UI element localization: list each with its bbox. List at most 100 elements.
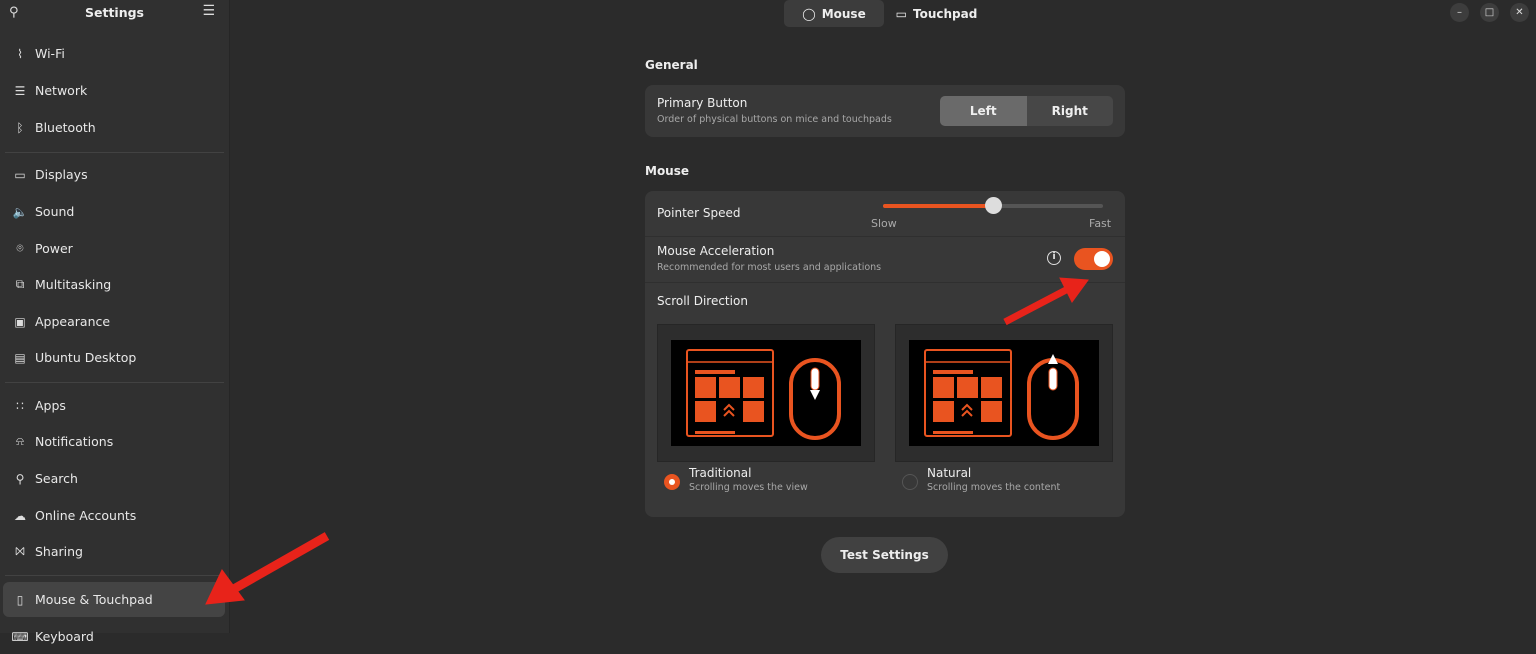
natural-radio[interactable] [902,474,918,490]
bluetooth-icon: ᛒ [16,120,24,135]
toggle-knob [1094,251,1110,267]
primary-button-sub: Order of physical buttons on mice and to… [657,114,892,125]
menu-icon[interactable]: ☰ [202,3,215,19]
multitasking-icon: ⧉ [15,277,25,291]
natural-illustration[interactable] [895,324,1113,462]
primary-button-toggle: Left Right [940,96,1113,126]
search-icon: ⚲ [15,471,25,486]
sidebar-item-apps[interactable]: ∷ Apps [3,388,225,423]
left-button[interactable]: Left [940,96,1027,126]
fast-label: Fast [1089,217,1112,230]
header-bar: ◯ Mouse ▭ Touchpad – □ ✕ [231,0,1536,27]
scroll-direction-label: Scroll Direction [657,294,748,308]
traditional-radio[interactable] [664,474,680,490]
sidebar-item-label: Notifications [35,434,114,449]
divider [5,382,224,383]
sidebar-item-label: Search [35,471,78,486]
sidebar-item-power[interactable]: ⌾ Power [3,231,225,266]
natural-sub: Scrolling moves the content [927,482,1061,493]
traditional-label: Traditional [689,466,752,480]
sidebar: ⚲ Settings ☰ ⌇ Wi-Fi ☰ Network ᛒ Bluetooth ▭ Di… [0,0,230,644]
natural-label: Natural [927,466,972,480]
tab-touchpad[interactable]: ▭ Touchpad [888,0,985,27]
keyboard-icon: ⌨ [11,629,29,644]
sidebar-item-wi-fi[interactable]: ⌇ Wi-Fi [3,36,225,71]
sidebar-item-label: Keyboard [35,629,94,644]
sidebar-item-online-accounts[interactable]: ☁ Online Accounts [3,498,225,533]
info-icon[interactable]: i [1047,251,1061,265]
general-card: Primary Button Order of physical buttons… [645,85,1125,137]
divider [5,152,224,153]
minimize-button[interactable]: – [1450,3,1469,22]
sidebar-item-keyboard[interactable]: ⌨ Keyboard [3,619,225,654]
close-button[interactable]: ✕ [1510,3,1529,22]
sidebar-item-bluetooth[interactable]: ᛒ Bluetooth [3,110,225,145]
right-button[interactable]: Right [1027,96,1114,126]
ubuntu-desktop-icon: ▤ [14,350,26,365]
sidebar-header: ⚲ Settings ☰ [0,0,229,26]
sidebar-title: Settings [84,5,144,20]
scroll-natural-image [909,340,1099,446]
primary-button-label: Primary Button [657,96,748,110]
bell-icon: ⍾ [16,434,24,448]
sidebar-item-notifications[interactable]: ⍾ Notifications [3,424,225,459]
sidebar-item-label: Displays [35,167,88,182]
sidebar-item-label: Sharing [35,544,83,559]
mouse-acceleration-label: Mouse Acceleration [657,244,775,258]
power-icon: ⌾ [16,241,24,255]
network-icon: ☰ [14,83,26,98]
sidebar-item-sound[interactable]: 🔈 Sound [3,194,225,229]
scroll-direction-row: Scroll Direction Traditional Scrolling m… [645,283,1125,517]
mouse-acceleration-sub: Recommended for most users and applicati… [657,262,882,273]
share-icon: ⨝ [15,544,25,558]
sidebar-item-sharing[interactable]: ⨝ Sharing [3,534,225,569]
test-settings-button[interactable]: Test Settings [821,537,948,573]
traditional-illustration[interactable] [657,324,875,462]
tab-label: Mouse [821,6,866,21]
mouse-acceleration-toggle[interactable] [1074,248,1113,270]
pointer-speed-slider[interactable] [883,197,1103,214]
slow-label: Slow [871,217,897,230]
touchpad-icon: ▭ [895,6,908,21]
sidebar-item-label: Wi-Fi [35,46,65,61]
section-heading-mouse: Mouse [645,164,690,178]
scroll-traditional-image [671,340,861,446]
sidebar-item-label: Apps [35,398,66,413]
display-icon: ▭ [14,167,26,182]
sidebar-item-search[interactable]: ⚲ Search [3,461,225,496]
apps-icon: ∷ [16,398,24,413]
sidebar-item-ubuntu-desktop[interactable]: ▤ Ubuntu Desktop [3,340,225,375]
mouse-card: Pointer Speed Slow Fast Mouse Accelerati… [645,191,1125,517]
slider-handle[interactable] [985,197,1002,214]
appearance-icon: ▣ [14,314,26,329]
sidebar-item-network[interactable]: ☰ Network [3,73,225,108]
sound-icon: 🔈 [12,204,28,219]
mouse-icon: ▯ [16,592,24,607]
sidebar-item-label: Sound [35,204,75,219]
pointer-speed-row: Pointer Speed Slow Fast [645,191,1125,237]
sidebar-item-label: Power [35,241,73,256]
sidebar-item-label: Network [35,83,88,98]
sidebar-item-label: Appearance [35,314,111,329]
sidebar-item-multitasking[interactable]: ⧉ Multitasking [3,267,225,302]
sidebar-item-label: Ubuntu Desktop [35,350,137,365]
section-heading-general: General [645,58,698,72]
pointer-speed-label: Pointer Speed [657,206,741,220]
wifi-icon: ⌇ [17,46,23,61]
sidebar-item-label: Mouse & Touchpad [35,592,153,607]
cloud-icon: ☁ [14,508,26,523]
tab-mouse[interactable]: ◯ Mouse [784,0,884,27]
sidebar-item-displays[interactable]: ▭ Displays [3,157,225,192]
mouse-acceleration-row: Mouse Acceleration Recommended for most … [645,237,1125,283]
maximize-button[interactable]: □ [1480,3,1499,22]
divider [5,575,224,576]
mouse-icon: ◯ [802,6,816,21]
sidebar-item-label: Multitasking [35,277,112,292]
traditional-sub: Scrolling moves the view [689,482,808,493]
sidebar-item-label: Online Accounts [35,508,137,523]
tab-label: Touchpad [913,6,978,21]
slider-fill [883,204,993,208]
sidebar-item-appearance[interactable]: ▣ Appearance [3,304,225,339]
sidebar-item-mouse-touchpad[interactable]: ▯ Mouse & Touchpad [3,582,225,617]
sidebar-item-label: Bluetooth [35,120,96,135]
